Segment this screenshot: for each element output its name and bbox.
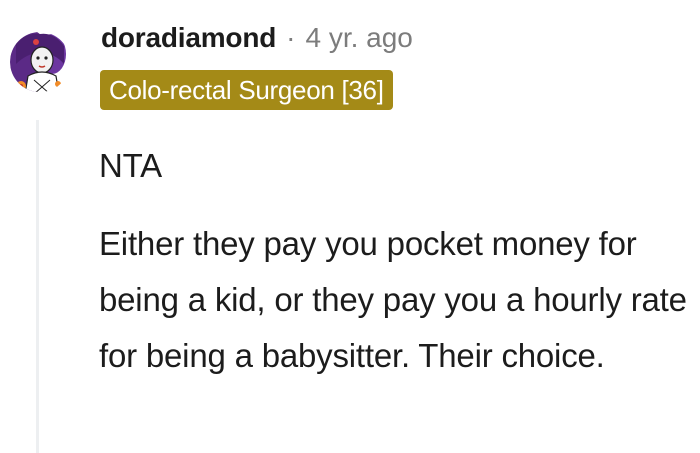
thread-line[interactable] [36, 120, 39, 453]
separator-dot: · [286, 22, 296, 53]
comment-body: NTA Either they pay you pocket money for… [99, 138, 695, 384]
comment-paragraph: Either they pay you pocket money for bei… [99, 225, 687, 374]
user-flair: Colo-rectal Surgeon [36] [100, 70, 393, 110]
timestamp[interactable]: 4 yr. ago [305, 22, 412, 54]
comment-meta: doradiamond · 4 yr. ago [101, 20, 413, 56]
comment: doradiamond · 4 yr. ago Colo-rectal Surg… [0, 0, 700, 453]
avatar[interactable] [6, 24, 74, 100]
username[interactable]: doradiamond [101, 22, 276, 54]
comment-paragraph: NTA [99, 147, 162, 184]
user-avatar-icon [10, 32, 70, 92]
